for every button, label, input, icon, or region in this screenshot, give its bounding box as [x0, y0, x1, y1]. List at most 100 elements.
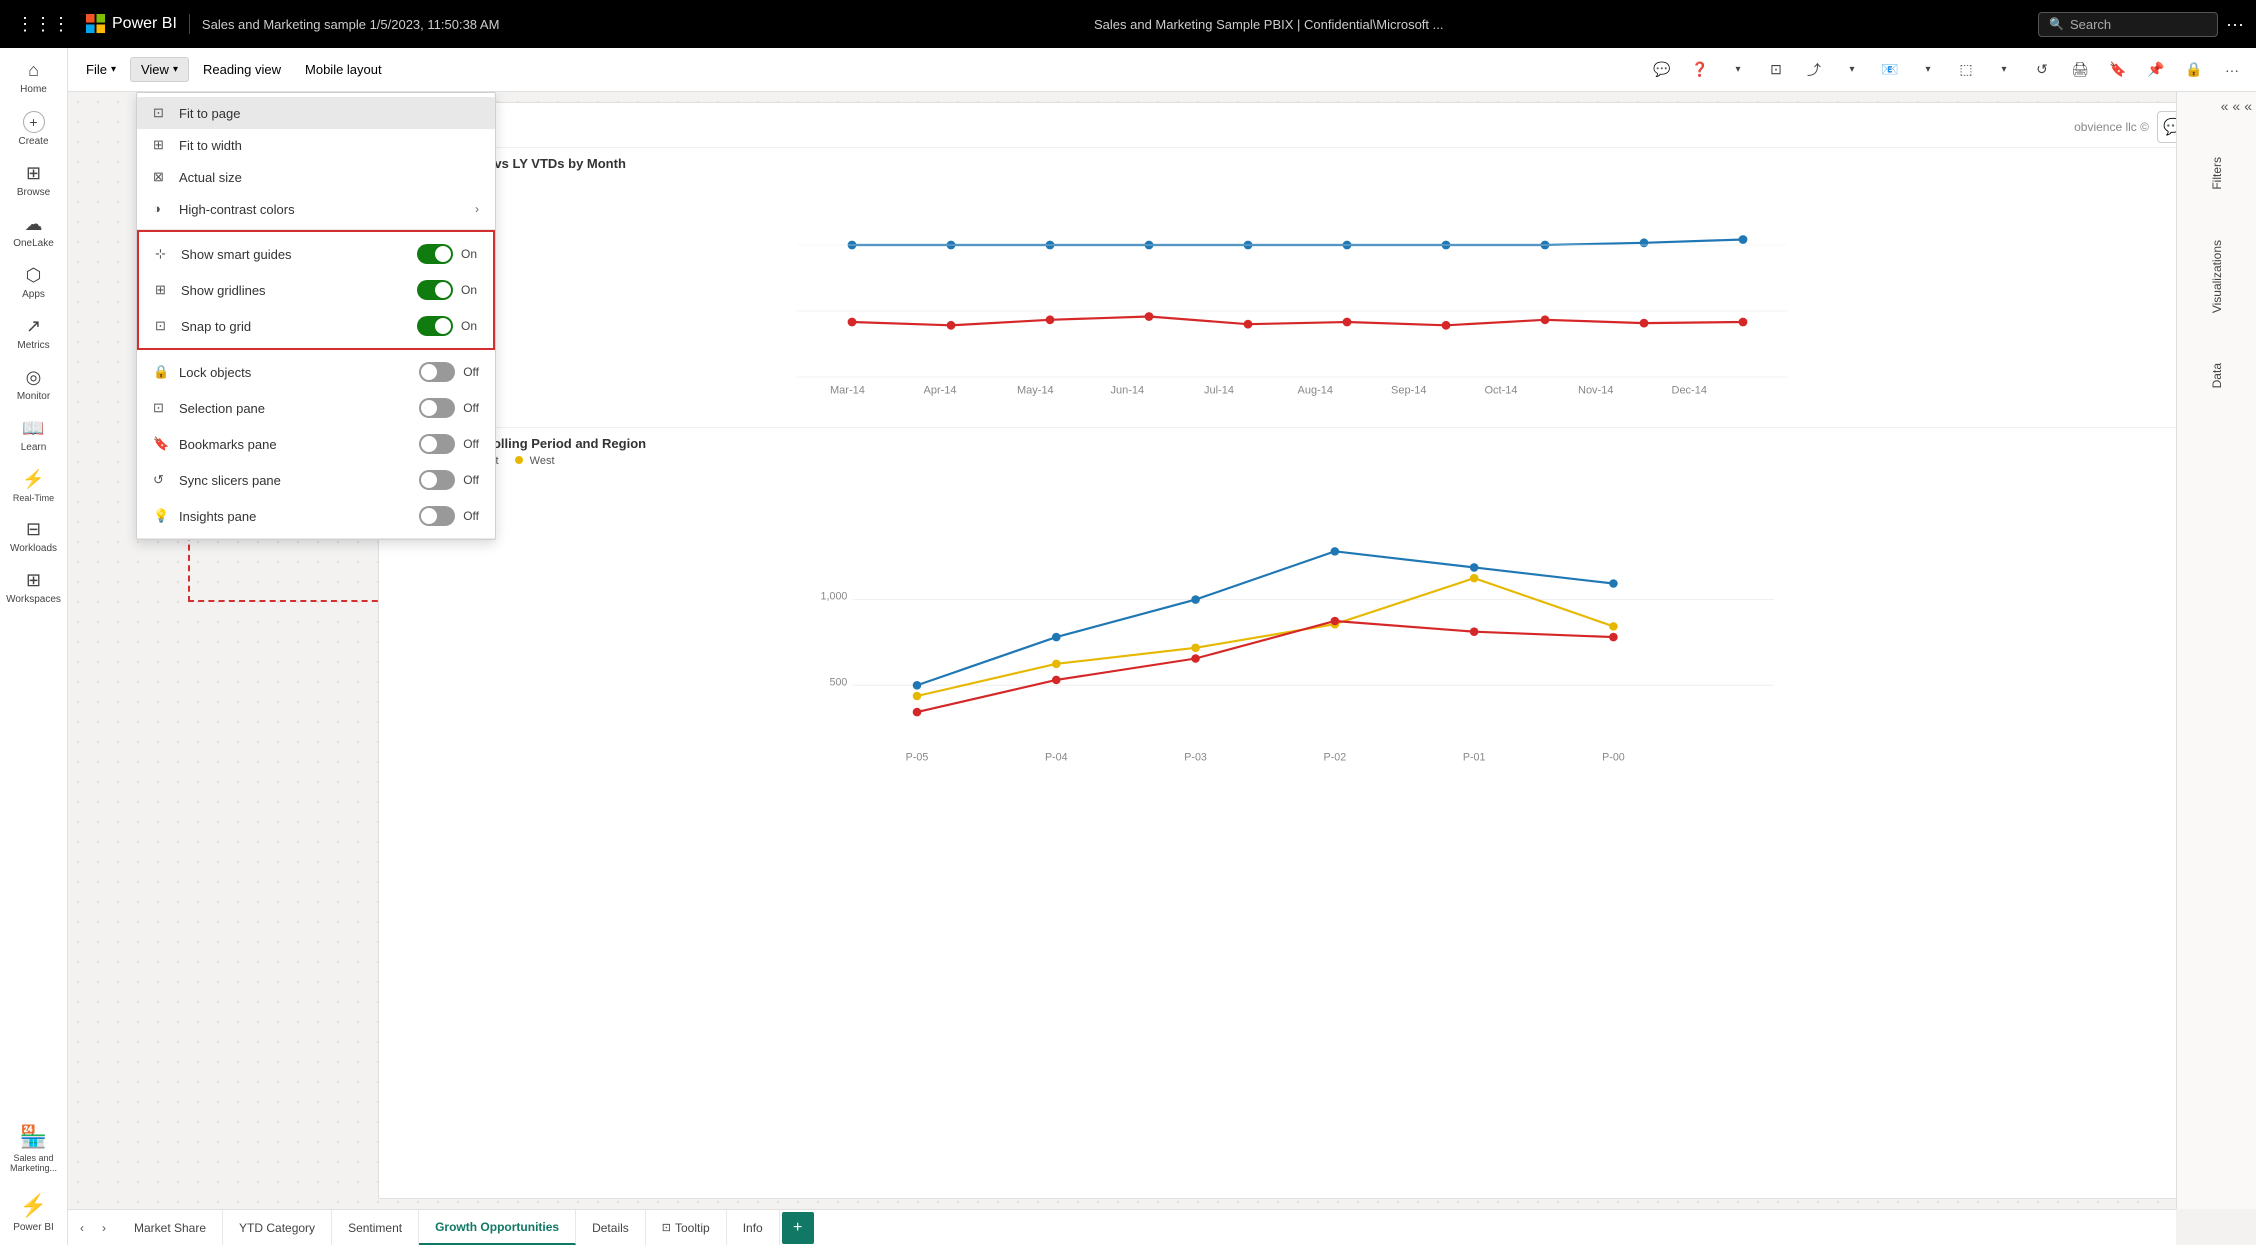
dropdown-selection-pane[interactable]: ⊡ Selection pane Off: [137, 390, 495, 426]
dropdown-smart-guides[interactable]: ⊹ Show smart guides On: [139, 236, 493, 272]
focus-icon[interactable]: ⊡: [1760, 54, 1792, 86]
monitor-icon: ◎: [26, 367, 42, 388]
sidebar-item-workloads[interactable]: ⊟ Workloads: [0, 511, 67, 562]
actual-size-label: Actual size: [179, 170, 479, 185]
export-icon[interactable]: ⬚: [1950, 54, 1982, 86]
sync-toggle[interactable]: [419, 470, 455, 490]
dropdown-fit-to-width[interactable]: ⊞ Fit to width: [137, 129, 495, 161]
reading-view-label: Reading view: [203, 62, 281, 77]
sidebar-item-home[interactable]: ⌂ Home: [0, 52, 67, 103]
center-info: Sales and Marketing Sample PBIX | Confid…: [511, 17, 2026, 32]
export-chevron-icon[interactable]: ▾: [1988, 54, 2020, 86]
snap-grid-toggle[interactable]: [417, 316, 453, 336]
workloads-icon: ⊟: [26, 519, 41, 540]
ms-logo-icon: [86, 14, 106, 34]
actual-size-icon: ⊠: [153, 169, 169, 185]
qna-chevron-icon[interactable]: ▾: [1722, 54, 1754, 86]
bookmarks-toggle[interactable]: [419, 434, 455, 454]
prev-tab-button[interactable]: ‹: [72, 1218, 92, 1238]
subscribe-icon[interactable]: 📧: [1874, 54, 1906, 86]
share-chevron-icon[interactable]: ▾: [1836, 54, 1868, 86]
fit-width-icon: ⊞: [153, 137, 169, 153]
menu-file[interactable]: File ▾: [76, 58, 126, 81]
comment-icon[interactable]: 💬: [1646, 54, 1678, 86]
dropdown-high-contrast[interactable]: ◑ High-contrast colors ›: [137, 193, 495, 225]
dropdown-sync-slicers[interactable]: ↺ Sync slicers pane Off: [137, 462, 495, 498]
gridlines-toggle[interactable]: [417, 280, 453, 300]
search-box[interactable]: 🔍 Search: [2038, 12, 2218, 37]
sidebar-item-apps[interactable]: ⬡ Apps: [0, 257, 67, 308]
print-icon[interactable]: 🖨: [2064, 54, 2096, 86]
tab-details[interactable]: Details: [576, 1210, 646, 1245]
sensitivity-icon[interactable]: 🔒: [2178, 54, 2210, 86]
sidebar-item-powerbi[interactable]: ⚡ Power BI: [0, 1185, 67, 1241]
tab-tooltip[interactable]: ⊡ Tooltip: [646, 1210, 727, 1245]
tab-sentiment[interactable]: Sentiment: [332, 1210, 419, 1245]
bottom-nav: ‹ ›: [68, 1210, 118, 1245]
dropdown-insights-pane[interactable]: 💡 Insights pane Off: [137, 498, 495, 534]
bookmark-icon[interactable]: 🔖: [2102, 54, 2134, 86]
microsoft-logo: Power BI: [86, 14, 177, 34]
tab-ytd-category[interactable]: YTD Category: [223, 1210, 332, 1245]
sidebar-item-create[interactable]: + Create: [0, 103, 67, 155]
legend-west-dot: [515, 456, 523, 464]
collapse-icon2[interactable]: «: [2244, 98, 2252, 114]
selection-pane-label: Selection pane: [179, 401, 409, 416]
lock-toggle[interactable]: [419, 362, 455, 382]
fit-page-label: Fit to page: [179, 106, 479, 121]
menu-reading-view[interactable]: Reading view: [193, 58, 291, 81]
filters-tab[interactable]: Filters: [2203, 140, 2231, 207]
dropdown-lock-objects[interactable]: 🔒 Lock objects Off: [137, 354, 495, 390]
attribution-label: obvience llc ©: [2074, 120, 2149, 134]
collapse-right-icon[interactable]: «: [2232, 98, 2240, 114]
sidebar-item-metrics[interactable]: ↗ Metrics: [0, 308, 67, 359]
refresh-icon[interactable]: ↺: [2026, 54, 2058, 86]
sidebar-item-browse[interactable]: ⊞ Browse: [0, 155, 67, 206]
data-tab[interactable]: Data: [2203, 346, 2231, 405]
smart-guides-thumb: [435, 246, 451, 262]
collapse-left-icon[interactable]: «: [2221, 98, 2229, 114]
snap-grid-toggle-group: On: [417, 316, 477, 336]
contrast-icon: ◑: [153, 201, 169, 217]
sidebar-onelake-label: OneLake: [13, 238, 54, 249]
sidebar-item-realtime[interactable]: ⚡ Real-Time: [0, 461, 67, 511]
lock-thumb: [421, 364, 437, 380]
menu-mobile-layout[interactable]: Mobile layout: [295, 58, 392, 81]
pin-icon[interactable]: 📌: [2140, 54, 2172, 86]
lower-chart: Total Units by Rolling Period and Region…: [379, 428, 2205, 784]
add-tab-button[interactable]: +: [782, 1212, 814, 1244]
tab-info[interactable]: Info: [727, 1210, 780, 1245]
sidebar-learn-label: Learn: [21, 442, 47, 453]
insights-toggle-label: Off: [463, 509, 479, 523]
sidebar-item-sales[interactable]: 🏪 Sales and Marketing...: [0, 1116, 67, 1181]
dropdown-show-gridlines[interactable]: ⊞ Show gridlines On: [139, 272, 493, 308]
qna-icon[interactable]: ❓: [1684, 54, 1716, 86]
selection-toggle[interactable]: [419, 398, 455, 418]
sidebar-item-monitor[interactable]: ◎ Monitor: [0, 359, 67, 410]
dropdown-bookmarks-pane[interactable]: 🔖 Bookmarks pane Off: [137, 426, 495, 462]
sidebar-item-onelake[interactable]: ☁ OneLake: [0, 206, 67, 257]
insights-toggle[interactable]: [419, 506, 455, 526]
sidebar-item-workspaces[interactable]: ⊞ Workspaces: [0, 562, 67, 613]
more-options-icon[interactable]: ···: [2226, 14, 2244, 35]
title-bar-right: 🔍 Search ···: [2038, 12, 2244, 37]
gridlines-label: Show gridlines: [181, 283, 407, 298]
dropdown-fit-to-page[interactable]: ⊡ Fit to page: [137, 97, 495, 129]
sidebar-item-learn[interactable]: 📖 Learn: [0, 410, 67, 461]
dropdown-actual-size[interactable]: ⊠ Actual size: [137, 161, 495, 193]
share-icon[interactable]: ⤴: [1798, 54, 1830, 86]
waffle-icon[interactable]: ⋮⋮⋮: [12, 10, 74, 39]
visualizations-tab[interactable]: Visualizations: [2203, 223, 2231, 330]
more-menu-icon[interactable]: ···: [2216, 54, 2248, 86]
next-tab-button[interactable]: ›: [94, 1218, 114, 1238]
menu-view[interactable]: View ▾: [130, 57, 189, 82]
subscribe-chevron-icon[interactable]: ▾: [1912, 54, 1944, 86]
smart-guides-toggle[interactable]: [417, 244, 453, 264]
dropdown-snap-to-grid[interactable]: ⊡ Snap to grid On: [139, 308, 493, 344]
sidebar-workloads-label: Workloads: [10, 543, 57, 554]
metrics-icon: ↗: [26, 316, 41, 337]
tab-growth-opportunities[interactable]: Growth Opportunities: [419, 1210, 576, 1245]
selection-thumb: [421, 400, 437, 416]
tab-market-share[interactable]: Market Share: [118, 1210, 223, 1245]
sidebar-monitor-label: Monitor: [17, 391, 50, 402]
